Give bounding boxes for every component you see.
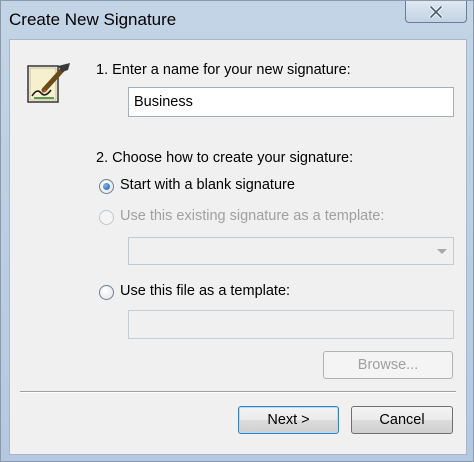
cancel-button[interactable]: Cancel bbox=[351, 406, 453, 434]
radio-blank-signature-label[interactable]: Start with a blank signature bbox=[120, 177, 295, 193]
step1-label: 1. Enter a name for your new signature: bbox=[96, 62, 351, 78]
radio-blank-signature[interactable] bbox=[99, 179, 114, 194]
radio-existing-signature-label: Use this existing signature as a templat… bbox=[120, 208, 385, 224]
footer-divider bbox=[20, 391, 456, 393]
signature-name-input[interactable]: Business bbox=[128, 87, 454, 117]
dialog-body: 1. Enter a name for your new signature: … bbox=[9, 39, 467, 455]
browse-button: Browse... bbox=[323, 351, 453, 379]
radio-file-template-label[interactable]: Use this file as a template: bbox=[120, 283, 290, 299]
next-button[interactable]: Next > bbox=[238, 406, 339, 434]
title-bar: Create New Signature bbox=[1, 1, 473, 39]
step2-label: 2. Choose how to create your signature: bbox=[96, 150, 354, 166]
signature-name-value: Business bbox=[134, 94, 193, 110]
file-path-input bbox=[128, 310, 454, 339]
close-button[interactable] bbox=[405, 1, 467, 23]
radio-existing-signature bbox=[99, 210, 114, 225]
window-title: Create New Signature bbox=[9, 10, 177, 29]
radio-file-template[interactable] bbox=[99, 285, 114, 300]
chevron-down-icon bbox=[437, 249, 447, 254]
existing-signature-dropdown bbox=[128, 237, 454, 265]
create-signature-dialog: Create New Signature 1. Enter a name for… bbox=[0, 0, 474, 462]
close-icon bbox=[429, 5, 443, 18]
signature-pen-icon bbox=[27, 63, 70, 103]
